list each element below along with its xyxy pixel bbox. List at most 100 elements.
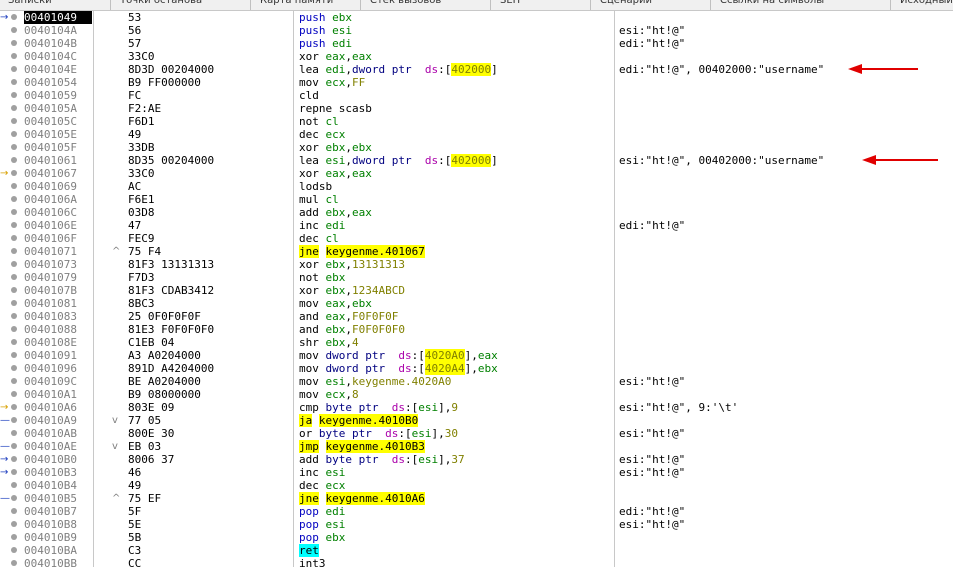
- breakpoint-dot-icon[interactable]: [11, 521, 17, 527]
- instruction[interactable]: xor ebx,13131313: [299, 258, 405, 271]
- breakpoint-dot-icon[interactable]: [11, 469, 17, 475]
- disasm-row[interactable]: 00401081 8BC3 mov eax,ebx: [0, 297, 953, 310]
- gutter[interactable]: [0, 89, 22, 102]
- breakpoint-dot-icon[interactable]: [11, 417, 17, 423]
- instruction[interactable]: push esi: [299, 24, 352, 37]
- instruction[interactable]: dec ecx: [299, 479, 345, 492]
- disasm-row[interactable]: 00401079 F7D3 not ebx: [0, 271, 953, 284]
- tab-1[interactable]: Точки останова: [120, 0, 202, 6]
- address[interactable]: 004010AB: [24, 427, 92, 440]
- breakpoint-dot-icon[interactable]: [11, 547, 17, 553]
- instruction[interactable]: jmp keygenme.4010B3: [299, 440, 425, 453]
- gutter[interactable]: [0, 258, 22, 271]
- gutter[interactable]: →: [0, 167, 22, 180]
- instruction[interactable]: not ebx: [299, 271, 345, 284]
- disasm-row[interactable]: 004010BA C3 ret: [0, 544, 953, 557]
- address[interactable]: 004010B8: [24, 518, 92, 531]
- instruction[interactable]: cmp byte ptr ds:[esi],9: [299, 401, 458, 414]
- gutter[interactable]: [0, 24, 22, 37]
- disasm-row[interactable]: 0040104B 57 push edi edi:"ht!@": [0, 37, 953, 50]
- instruction[interactable]: dec cl: [299, 232, 339, 245]
- address[interactable]: 00401071: [24, 245, 92, 258]
- address[interactable]: 00401069: [24, 180, 92, 193]
- disasm-row[interactable]: 00401083 25 0F0F0F0F and eax,F0F0F0F: [0, 310, 953, 323]
- address[interactable]: 00401067: [24, 167, 92, 180]
- disasm-row[interactable]: → 004010B3 46 inc esi esi:"ht!@": [0, 466, 953, 479]
- instruction[interactable]: inc edi: [299, 219, 345, 232]
- instruction[interactable]: add ebx,eax: [299, 206, 372, 219]
- address[interactable]: 0040109C: [24, 375, 92, 388]
- instruction[interactable]: mul cl: [299, 193, 339, 206]
- disasm-row[interactable]: 0040105C F6D1 not cl: [0, 115, 953, 128]
- instruction[interactable]: ja keygenme.4010B0: [299, 414, 419, 427]
- gutter[interactable]: [0, 102, 22, 115]
- instruction[interactable]: add byte ptr ds:[esi],37: [299, 453, 465, 466]
- disasm-row[interactable]: — 004010B5 ^ 75 EF jne keygenme.4010A6: [0, 492, 953, 505]
- disasm-row[interactable]: 0040106E 47 inc edi edi:"ht!@": [0, 219, 953, 232]
- address[interactable]: 0040106A: [24, 193, 92, 206]
- instruction[interactable]: mov eax,ebx: [299, 297, 372, 310]
- breakpoint-dot-icon[interactable]: [11, 443, 17, 449]
- instruction[interactable]: xor eax,eax: [299, 50, 372, 63]
- disasm-row[interactable]: — 004010A9 v 77 05 ja keygenme.4010B0: [0, 414, 953, 427]
- gutter[interactable]: [0, 37, 22, 50]
- address[interactable]: 00401096: [24, 362, 92, 375]
- address[interactable]: 004010B5: [24, 492, 92, 505]
- instruction[interactable]: mov dword ptr ds:[4020A0],eax: [299, 349, 498, 362]
- gutter[interactable]: [0, 219, 22, 232]
- gutter[interactable]: →: [0, 453, 22, 466]
- gutter[interactable]: [0, 427, 22, 440]
- breakpoint-dot-icon[interactable]: [11, 404, 17, 410]
- gutter[interactable]: [0, 323, 22, 336]
- gutter[interactable]: [0, 128, 22, 141]
- address[interactable]: 0040105F: [24, 141, 92, 154]
- instruction[interactable]: shr ebx,4: [299, 336, 359, 349]
- breakpoint-dot-icon[interactable]: [11, 326, 17, 332]
- disasm-row[interactable]: 004010AB 800E 30 or byte ptr ds:[esi],30 es…: [0, 427, 953, 440]
- instruction[interactable]: pop esi: [299, 518, 345, 531]
- breakpoint-dot-icon[interactable]: [11, 378, 17, 384]
- instruction[interactable]: jne keygenme.401067: [299, 245, 425, 258]
- instruction[interactable]: push edi: [299, 37, 352, 50]
- instruction[interactable]: repne scasb: [299, 102, 372, 115]
- breakpoint-dot-icon[interactable]: [11, 482, 17, 488]
- breakpoint-dot-icon[interactable]: [11, 92, 17, 98]
- instruction[interactable]: and eax,F0F0F0F: [299, 310, 398, 323]
- address[interactable]: 0040106C: [24, 206, 92, 219]
- breakpoint-dot-icon[interactable]: [11, 14, 17, 20]
- disasm-row[interactable]: 0040105A F2:AE repne scasb: [0, 102, 953, 115]
- breakpoint-dot-icon[interactable]: [11, 560, 17, 566]
- instruction[interactable]: and ebx,F0F0F0F0: [299, 323, 405, 336]
- gutter[interactable]: [0, 232, 22, 245]
- disasm-row[interactable]: 00401054 B9 FF000000 mov ecx,FF: [0, 76, 953, 89]
- breakpoint-dot-icon[interactable]: [11, 248, 17, 254]
- breakpoint-dot-icon[interactable]: [11, 209, 17, 215]
- address[interactable]: 00401083: [24, 310, 92, 323]
- gutter[interactable]: [0, 310, 22, 323]
- address[interactable]: 004010B4: [24, 479, 92, 492]
- gutter[interactable]: [0, 388, 22, 401]
- gutter[interactable]: [0, 193, 22, 206]
- breakpoint-dot-icon[interactable]: [11, 430, 17, 436]
- disasm-row[interactable]: 0040109C BE A0204000 mov esi,keygenme.4020…: [0, 375, 953, 388]
- instruction[interactable]: xor eax,eax: [299, 167, 372, 180]
- address[interactable]: 0040104B: [24, 37, 92, 50]
- instruction[interactable]: not cl: [299, 115, 339, 128]
- breakpoint-dot-icon[interactable]: [11, 222, 17, 228]
- address[interactable]: 00401054: [24, 76, 92, 89]
- address[interactable]: 00401061: [24, 154, 92, 167]
- address[interactable]: 004010B9: [24, 531, 92, 544]
- breakpoint-dot-icon[interactable]: [11, 534, 17, 540]
- instruction[interactable]: dec ecx: [299, 128, 345, 141]
- disassembly-view[interactable]: → 00401049 53 push ebx 0040104A 56 push esi esi…: [0, 11, 953, 570]
- instruction[interactable]: inc esi: [299, 466, 345, 479]
- disasm-row[interactable]: → 00401067 33C0 xor eax,eax: [0, 167, 953, 180]
- gutter[interactable]: [0, 141, 22, 154]
- instruction[interactable]: mov ecx,FF: [299, 76, 365, 89]
- address[interactable]: 00401091: [24, 349, 92, 362]
- gutter[interactable]: [0, 271, 22, 284]
- address[interactable]: 004010A6: [24, 401, 92, 414]
- breakpoint-dot-icon[interactable]: [11, 508, 17, 514]
- disasm-row[interactable]: 00401096 891D A4204000 mov dword ptr ds:[4…: [0, 362, 953, 375]
- instruction[interactable]: mov esi,keygenme.4020A0: [299, 375, 451, 388]
